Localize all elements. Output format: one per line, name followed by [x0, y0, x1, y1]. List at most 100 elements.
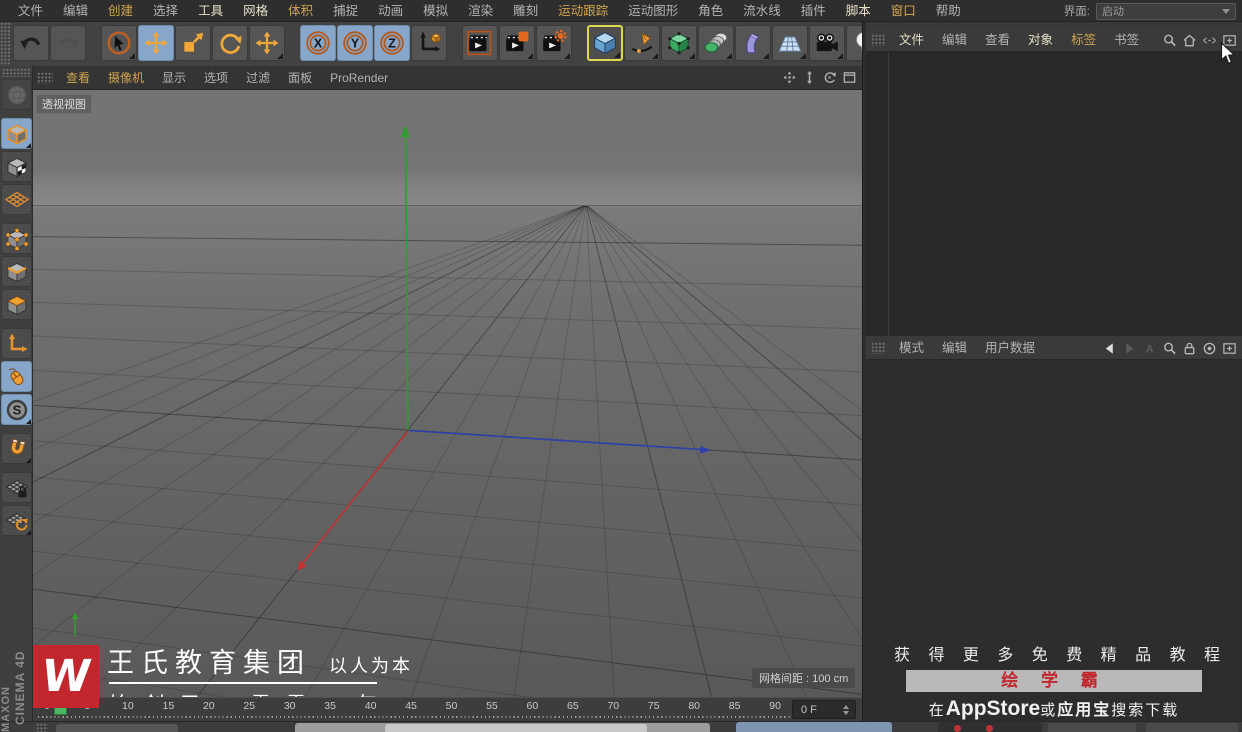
current-frame-marker[interactable] — [54, 706, 67, 715]
add-subdivision-surface-button[interactable] — [661, 25, 697, 61]
menu-item-编辑[interactable]: 编辑 — [933, 28, 976, 52]
history-back-icon[interactable] — [1101, 340, 1118, 357]
undo-button[interactable] — [13, 25, 49, 61]
snap-settings-button[interactable]: S — [1, 394, 32, 425]
partial-button[interactable] — [56, 724, 178, 732]
menu-item-动画[interactable]: 动画 — [368, 0, 413, 22]
menu-item-模拟[interactable]: 模拟 — [413, 0, 458, 22]
lock-workplane-button[interactable] — [1, 472, 32, 503]
zoom-view-icon[interactable] — [801, 69, 818, 86]
menu-item-查看[interactable]: 查看 — [976, 28, 1019, 52]
lock-x-axis-button[interactable]: X — [300, 25, 336, 61]
points-mode-button[interactable] — [1, 223, 32, 254]
frame-spinner[interactable] — [840, 704, 855, 715]
partial-button[interactable] — [1146, 723, 1238, 732]
menu-item-运动图形[interactable]: 运动图形 — [618, 0, 688, 22]
partial-button[interactable] — [1048, 723, 1136, 732]
attribute-manager-grip[interactable] — [871, 341, 885, 354]
render-view-button[interactable] — [462, 25, 498, 61]
partial-button-group[interactable] — [736, 722, 892, 732]
polygons-mode-button[interactable] — [1, 289, 32, 320]
enable-axis-button[interactable] — [1, 328, 32, 359]
menu-item-文件[interactable]: 文件 — [890, 28, 933, 52]
menu-item-文件[interactable]: 文件 — [8, 0, 53, 22]
add-spline-button[interactable] — [624, 25, 660, 61]
partial-record-buttons[interactable] — [938, 722, 1042, 732]
attribute-manager-area[interactable]: 获 得 更 多 免 费 精 品 教 程 绘 学 霸 在AppStore或应用宝搜… — [866, 360, 1242, 721]
lock-z-axis-button[interactable]: Z — [374, 25, 410, 61]
menu-item-用户数据[interactable]: 用户数据 — [976, 336, 1044, 360]
search-icon[interactable] — [1161, 340, 1178, 357]
lock-y-axis-button[interactable]: Y — [337, 25, 373, 61]
menu-item-编辑[interactable]: 编辑 — [53, 0, 98, 22]
menu-item-书签[interactable]: 书签 — [1105, 28, 1148, 52]
menu-item-窗口[interactable]: 窗口 — [881, 0, 926, 22]
lock-icon[interactable] — [1181, 340, 1198, 357]
render-picture-viewer-button[interactable] — [499, 25, 535, 61]
enable-snap-button[interactable] — [1, 433, 32, 464]
align-workplane-button[interactable] — [1, 505, 32, 536]
menu-item-查看[interactable]: 查看 — [57, 66, 99, 90]
menu-item-ProRender[interactable]: ProRender — [321, 66, 397, 90]
menu-item-标签[interactable]: 标签 — [1062, 28, 1105, 52]
menu-item-雕刻[interactable]: 雕刻 — [503, 0, 548, 22]
sidebar-grip[interactable] — [2, 68, 31, 77]
scale-tool-button[interactable] — [175, 25, 211, 61]
pan-view-icon[interactable] — [781, 69, 798, 86]
texture-mode-button[interactable] — [1, 151, 32, 182]
add-generator-button[interactable] — [698, 25, 734, 61]
rotate-view-icon[interactable] — [821, 69, 838, 86]
partial-slider[interactable] — [295, 723, 710, 732]
edges-mode-button[interactable] — [1, 256, 32, 287]
live-selection-button[interactable] — [101, 25, 137, 61]
menu-item-流水线[interactable]: 流水线 — [733, 0, 791, 22]
toggle-view-icon[interactable] — [841, 69, 858, 86]
menu-item-脚本[interactable]: 脚本 — [836, 0, 881, 22]
model-mode-button[interactable] — [1, 118, 32, 149]
frame-number-field[interactable]: 0 F — [792, 700, 856, 719]
menu-item-插件[interactable]: 插件 — [791, 0, 836, 22]
viewport-menubar-grip[interactable] — [37, 71, 53, 84]
menu-item-运动跟踪[interactable]: 运动跟踪 — [548, 0, 618, 22]
add-deformer-button[interactable] — [735, 25, 771, 61]
object-manager-area[interactable] — [866, 52, 1242, 336]
menu-item-选项[interactable]: 选项 — [195, 66, 237, 90]
coordinate-system-button[interactable] — [411, 25, 447, 61]
interface-dropdown[interactable]: 启动 — [1096, 2, 1236, 20]
add-camera-button[interactable] — [809, 25, 845, 61]
menu-item-捕捉[interactable]: 捕捉 — [323, 0, 368, 22]
menu-item-选择[interactable]: 选择 — [143, 0, 188, 22]
last-used-tool-button[interactable] — [249, 25, 285, 61]
menu-item-网格[interactable]: 网格 — [233, 0, 278, 22]
object-manager-grip[interactable] — [871, 33, 885, 46]
workplane-mode-button[interactable] — [1, 184, 32, 215]
move-tool-button[interactable] — [138, 25, 174, 61]
menu-item-体积[interactable]: 体积 — [278, 0, 323, 22]
home-icon[interactable] — [1181, 32, 1198, 49]
menu-item-显示[interactable]: 显示 — [153, 66, 195, 90]
menu-item-过滤[interactable]: 过滤 — [237, 66, 279, 90]
menu-item-角色[interactable]: 角色 — [688, 0, 733, 22]
viewport-canvas[interactable]: 透视视图 网格间距 : 100 cm Y — [33, 90, 862, 697]
menu-item-创建[interactable]: 创建 — [98, 0, 143, 22]
partial-slider-range[interactable] — [385, 724, 647, 732]
menu-item-模式[interactable]: 模式 — [890, 336, 933, 360]
search-icon[interactable] — [1161, 32, 1178, 49]
rotate-tool-button[interactable] — [212, 25, 248, 61]
new-panel-icon[interactable] — [1221, 340, 1238, 357]
menu-item-摄像机[interactable]: 摄像机 — [99, 66, 153, 90]
menu-item-帮助[interactable]: 帮助 — [926, 0, 971, 22]
menu-item-面板[interactable]: 面板 — [279, 66, 321, 90]
timeline-ruler[interactable]: 0 5 10 15 20 25 30 35 40 45 50 55 60 65 70 75 80 85 90 0 F — [33, 697, 862, 721]
menu-item-对象[interactable]: 对象 — [1019, 28, 1062, 52]
add-primitive-button[interactable] — [587, 25, 623, 61]
toolbar-grip[interactable] — [0, 22, 10, 66]
playback-bar-grip[interactable] — [36, 723, 48, 732]
menu-item-工具[interactable]: 工具 — [188, 0, 233, 22]
menu-item-编辑[interactable]: 编辑 — [933, 336, 976, 360]
menu-item-渲染[interactable]: 渲染 — [458, 0, 503, 22]
add-environment-button[interactable] — [772, 25, 808, 61]
path-navigate-icon[interactable] — [1201, 32, 1218, 49]
render-settings-button[interactable] — [536, 25, 572, 61]
viewport-solo-button[interactable] — [1, 361, 32, 392]
